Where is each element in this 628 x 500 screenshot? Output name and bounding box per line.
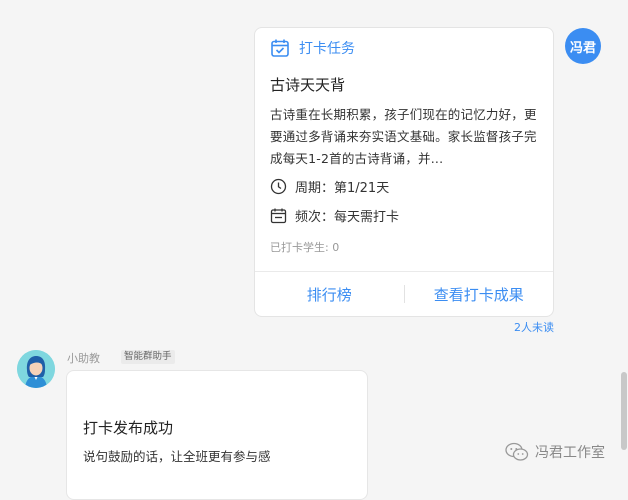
task-title: 古诗天天背: [270, 76, 346, 94]
wechat-icon: [505, 442, 529, 461]
assistant-avatar[interactable]: [17, 350, 55, 388]
calendar-check-icon: [271, 39, 289, 57]
assistant-message-bubble[interactable]: 打卡发布成功 说句鼓励的话，让全班更有参与感: [66, 370, 368, 500]
calendar-icon: [270, 208, 287, 224]
watermark: 冯君工作室: [505, 441, 605, 463]
sender-avatar[interactable]: 冯君: [565, 28, 601, 64]
scrollbar-thumb[interactable]: [621, 372, 627, 450]
leaderboard-button[interactable]: 排行榜: [255, 284, 404, 305]
clock-icon: [270, 178, 287, 195]
watermark-text: 冯君工作室: [535, 445, 605, 461]
teacher-avatar-icon: [17, 350, 55, 388]
read-status[interactable]: 2人未读: [514, 319, 554, 335]
card-actions: 排行榜 查看打卡成果: [255, 271, 553, 316]
message-title: 打卡发布成功: [83, 419, 174, 437]
task-frequency: 频次：每天需打卡: [295, 210, 400, 225]
task-cycle: 周期：第1/21天: [295, 181, 390, 196]
view-results-button[interactable]: 查看打卡成果: [405, 284, 554, 305]
card-header: 打卡任务: [270, 38, 355, 58]
checkin-task-card[interactable]: 打卡任务 古诗天天背 古诗重在长期积累，孩子们现在的记忆力好，更要通过多背诵来夯…: [254, 27, 554, 317]
message-subtitle: 说句鼓励的话，让全班更有参与感: [83, 449, 271, 464]
assistant-badge: 智能群助手: [121, 350, 175, 364]
task-cycle-row: 周期：第1/21天: [270, 177, 389, 196]
task-description: 古诗重在长期积累，孩子们现在的记忆力好，更要通过多背诵来夯实语文基础。家长监督孩…: [270, 107, 537, 166]
assistant-name: 小助教: [67, 352, 100, 365]
checked-in-count: 已打卡学生: 0: [270, 241, 340, 254]
task-frequency-row: 频次：每天需打卡: [270, 206, 399, 225]
card-tag: 打卡任务: [299, 41, 355, 57]
